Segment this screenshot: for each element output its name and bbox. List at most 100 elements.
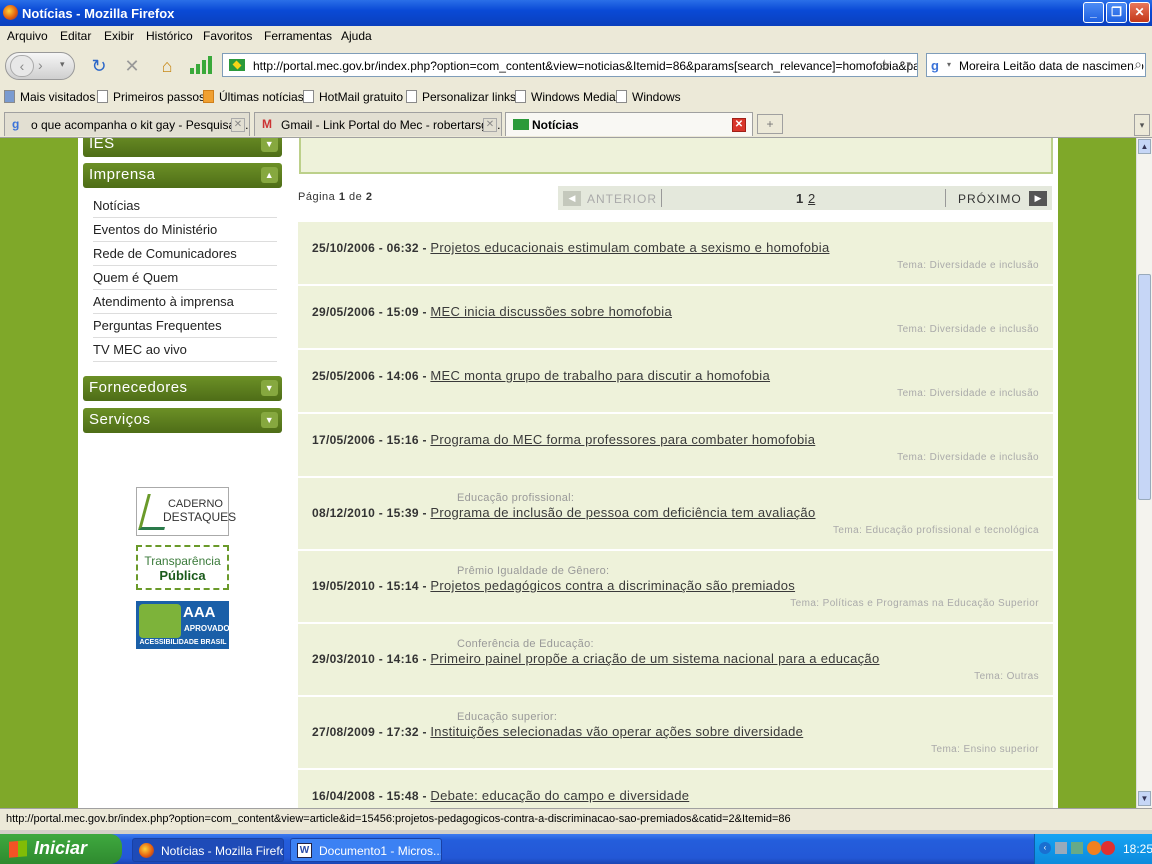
sidebar-section-servicos[interactable]: Serviços ▼: [83, 408, 282, 433]
page-viewport: IES ▼ Imprensa ▲ Notícias Eventos do Min…: [0, 138, 1136, 808]
sidebar-item-tv-mec[interactable]: TV MEC ao vivo: [93, 338, 277, 362]
scroll-down-arrow-icon[interactable]: ▼: [1138, 791, 1151, 806]
minimize-button[interactable]: _: [1083, 2, 1104, 23]
chevron-down-icon: ▼: [261, 380, 278, 396]
brazil-flag-icon: [513, 119, 529, 130]
sidebar-item-quem-e-quem[interactable]: Quem é Quem: [93, 266, 277, 290]
sidebar-item-noticias[interactable]: Notícias: [93, 194, 277, 218]
next-arrow-icon[interactable]: ▶: [1029, 191, 1047, 206]
menu-editar[interactable]: Editar: [60, 29, 91, 43]
sidebar-item-eventos[interactable]: Eventos do Ministério: [93, 218, 277, 242]
tab-close-icon[interactable]: ✕: [732, 118, 746, 132]
stop-icon[interactable]: ✕: [119, 53, 145, 79]
status-bar: http://portal.mec.gov.br/index.php?optio…: [0, 808, 1152, 830]
security-alert-icon[interactable]: [1101, 841, 1115, 855]
sidebar-item-atendimento[interactable]: Atendimento à imprensa: [93, 290, 277, 314]
url-bar[interactable]: http://portal.mec.gov.br/index.php?optio…: [222, 53, 918, 77]
sidebar-section-ies[interactable]: IES ▼: [83, 138, 282, 157]
taskbar-item-word[interactable]: W Documento1 - Micros...: [290, 838, 442, 862]
search-engine-dropdown-icon[interactable]: ▾: [947, 60, 951, 69]
tray-app-icon[interactable]: [1071, 842, 1083, 854]
word-icon: W: [297, 843, 312, 858]
news-item: Prêmio Igualdade de Gênero: 19/05/2010 -…: [298, 551, 1053, 624]
news-title-link[interactable]: Instituições selecionadas vão operar açõ…: [430, 724, 803, 739]
bookmark-personalizar-links[interactable]: Personalizar links: [406, 90, 516, 104]
news-title-link[interactable]: MEC monta grupo de trabalho para discuti…: [430, 368, 770, 383]
acessibilidade-text: ACESSIBILIDADE BRASIL: [139, 639, 227, 646]
caderno-destaques-banner[interactable]: CADERNO DESTAQUES: [136, 487, 236, 536]
search-bar[interactable]: g ▾ Moreira Leitão data de nascimento ⌕: [926, 53, 1146, 77]
news-item: Educação superior: 27/08/2009 - 17:32 - …: [298, 697, 1053, 770]
google-icon[interactable]: g: [931, 58, 939, 73]
menu-historico[interactable]: Histórico: [146, 29, 193, 43]
proximo-link[interactable]: PRÓXIMO: [958, 192, 1022, 206]
tab-close-icon[interactable]: ✕: [231, 118, 245, 132]
news-title-link[interactable]: Projetos pedagógicos contra a discrimina…: [430, 578, 795, 593]
news-title-link[interactable]: Projetos educacionais estimulam combate …: [430, 240, 829, 255]
start-button[interactable]: Iniciar: [0, 834, 122, 864]
date-text: 29/05/2006 - 15:09 -: [312, 305, 427, 319]
news-title-link[interactable]: MEC inicia discussões sobre homofobia: [430, 304, 672, 319]
search-icon[interactable]: ⌕: [1134, 56, 1142, 73]
url-dropdown-icon[interactable]: ▾: [906, 59, 911, 70]
forward-icon[interactable]: ›: [38, 57, 43, 73]
sidebar-section-fornecedores[interactable]: Fornecedores ▼: [83, 376, 282, 401]
bookmark-label: Primeiros passos: [113, 90, 206, 104]
menu-exibir[interactable]: Exibir: [104, 29, 134, 43]
tab-close-icon[interactable]: ✕: [483, 118, 497, 132]
acessibilidade-banner[interactable]: AAA APROVADO ACESSIBILIDADE BRASIL: [136, 601, 230, 649]
news-tema: Tema: Políticas e Programas na Educação …: [790, 598, 1039, 609]
taskbar-item-firefox[interactable]: Notícias - Mozilla Firefox: [132, 838, 284, 862]
transparencia-publica-banner[interactable]: Transparência Pública: [136, 545, 229, 590]
vertical-scrollbar[interactable]: ▲ ▼: [1136, 138, 1152, 808]
network-icon[interactable]: [1055, 842, 1067, 854]
tray-expand-icon[interactable]: ‹: [1039, 842, 1051, 854]
sidebar-section-imprensa[interactable]: Imprensa ▲: [83, 163, 282, 188]
date-text: 16/04/2008 - 15:48 -: [312, 789, 427, 803]
anterior-link: ANTERIOR: [587, 192, 658, 206]
tray-firefox-icon[interactable]: [1087, 841, 1101, 855]
maximize-button[interactable]: ❐: [1106, 2, 1127, 23]
chevron-up-icon: ▲: [261, 167, 278, 183]
menu-ferramentas[interactable]: Ferramentas: [264, 29, 332, 43]
news-item: 29/05/2006 - 15:09 - MEC inicia discussõ…: [298, 286, 1053, 350]
news-tema: Tema: Diversidade e inclusão: [897, 388, 1039, 399]
news-title-link[interactable]: Programa de inclusão de pessoa com defic…: [430, 505, 815, 520]
reload-icon[interactable]: ↻: [86, 53, 112, 79]
sidebar-item-perguntas[interactable]: Perguntas Frequentes: [93, 314, 277, 338]
news-title-link[interactable]: Programa do MEC forma professores para c…: [430, 432, 815, 447]
bookmark-windows-media[interactable]: Windows Media: [515, 90, 616, 104]
news-title-link[interactable]: Debate: educação do campo e diversidade: [430, 788, 689, 803]
menu-favoritos[interactable]: Favoritos: [203, 29, 252, 43]
menu-arquivo[interactable]: Arquivo: [7, 29, 48, 43]
back-icon[interactable]: ‹: [10, 55, 34, 77]
home-icon[interactable]: ⌂: [154, 53, 180, 79]
page-2-link[interactable]: 2: [808, 191, 815, 206]
tab-noticias[interactable]: Notícias ✕: [505, 112, 753, 136]
accessibility-icon: [139, 604, 181, 638]
page-icon: [515, 90, 526, 103]
bookmark-windows[interactable]: Windows: [616, 90, 681, 104]
tab-gmail[interactable]: M Gmail - Link Portal do Mec - robertars…: [254, 112, 502, 136]
scroll-up-arrow-icon[interactable]: ▲: [1138, 139, 1151, 154]
bookmark-hotmail[interactable]: HotMail gratuito: [303, 90, 403, 104]
date-text: 27/08/2009 - 17:32 -: [312, 725, 427, 739]
bookmark-primeiros-passos[interactable]: Primeiros passos: [97, 90, 205, 104]
tab-google-search[interactable]: g o que acompanha o kit gay - Pesquisa .…: [4, 112, 250, 136]
signal-icon[interactable]: [190, 56, 212, 74]
bookmark-star-icon[interactable]: ☆: [878, 56, 891, 74]
history-dropdown-icon[interactable]: ▾: [60, 59, 65, 70]
sidebar-item-rede[interactable]: Rede de Comunicadores: [93, 242, 277, 266]
tab-list-dropdown-icon[interactable]: ▾: [1134, 114, 1150, 136]
bookmark-ultimas-noticias[interactable]: Últimas notícias: [203, 90, 304, 104]
new-tab-button[interactable]: +: [757, 114, 783, 134]
bookmark-mais-visitados[interactable]: Mais visitados: [4, 90, 95, 104]
taskbar-label: Documento1 - Micros...: [319, 844, 442, 858]
close-button[interactable]: ✕: [1129, 2, 1150, 23]
menu-ajuda[interactable]: Ajuda: [341, 29, 372, 43]
scroll-thumb[interactable]: [1138, 274, 1151, 500]
news-item: Educação profissional: 08/12/2010 - 15:3…: [298, 478, 1053, 551]
url-text: http://portal.mec.gov.br/index.php?optio…: [253, 59, 918, 73]
news-title-link[interactable]: Primeiro painel propõe a criação de um s…: [430, 651, 879, 666]
search-text: Moreira Leitão data de nascimento: [959, 59, 1144, 73]
